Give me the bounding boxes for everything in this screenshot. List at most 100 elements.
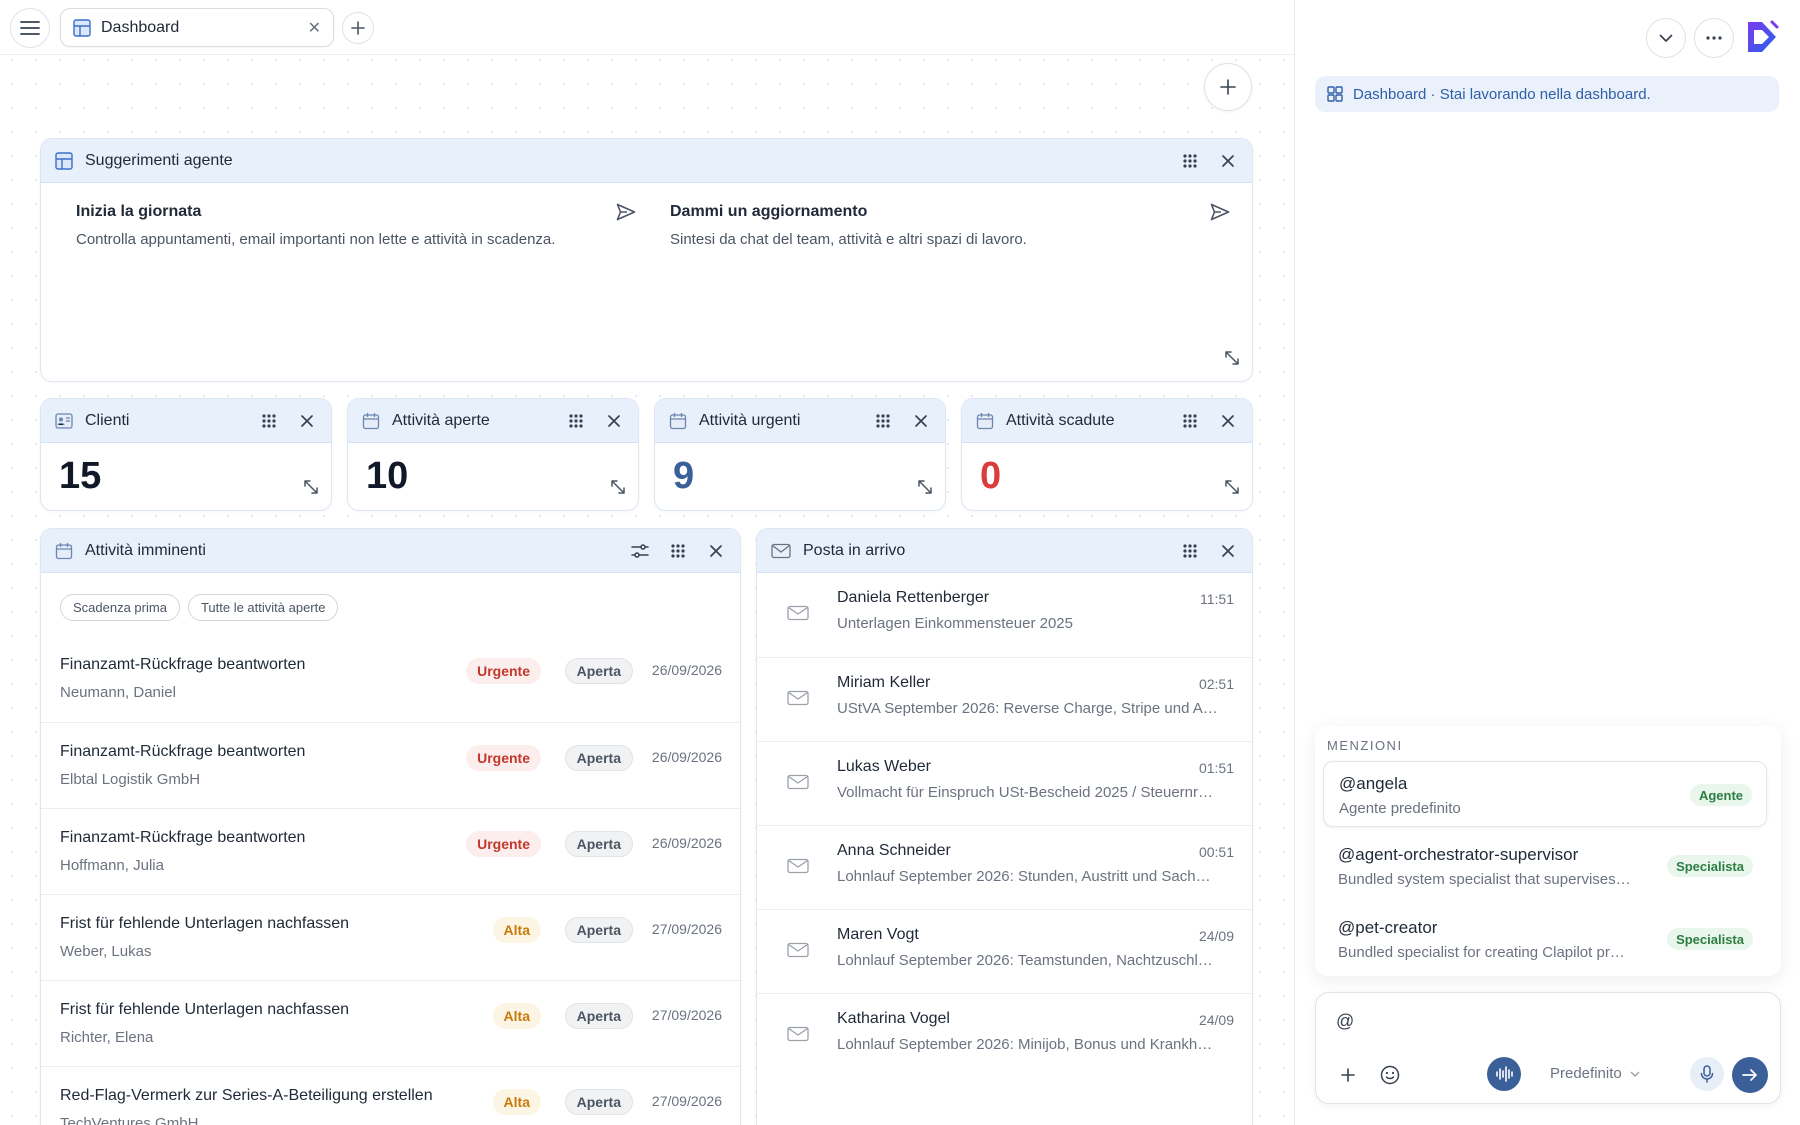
close-widget-icon[interactable] — [297, 411, 317, 431]
close-widget-icon[interactable] — [1218, 151, 1238, 171]
resize-icon[interactable] — [1224, 479, 1240, 500]
resize-icon[interactable] — [303, 479, 319, 500]
metric-value: 9 — [673, 455, 695, 497]
priority-badge: Alta — [492, 1089, 541, 1115]
mail-row[interactable]: Daniela Rettenberger Unterlagen Einkomme… — [757, 573, 1252, 657]
attach-icon[interactable] — [1340, 1067, 1356, 1088]
drag-handle-icon[interactable] — [259, 411, 279, 431]
widget-title: Attività urgenti — [699, 411, 801, 429]
task-row[interactable]: Frist für fehlende Unterlagen nachfassen… — [41, 980, 740, 1066]
mail-row[interactable]: Lukas Weber Vollmacht für Einspruch USt-… — [757, 741, 1252, 825]
add-widget-button[interactable] — [1204, 63, 1252, 111]
calendar-icon — [55, 542, 73, 559]
widget-header: Attività urgenti — [655, 399, 945, 443]
widget-header: Posta in arrivo — [757, 529, 1252, 573]
suggestion-desc: Sintesi da chat del team, attività e alt… — [670, 231, 1027, 248]
task-title: Finanzamt-Rückfrage beantworten — [60, 656, 306, 673]
mention-item[interactable]: @pet-creator Bundled specialist for crea… — [1323, 906, 1767, 972]
close-tab-icon[interactable]: ✕ — [308, 18, 321, 38]
task-title: Frist für fehlende Unterlagen nachfassen — [60, 1001, 350, 1018]
send-icon[interactable] — [616, 203, 636, 226]
calendar-icon — [976, 412, 994, 429]
task-date: 26/09/2026 — [651, 835, 722, 851]
metric-value: 10 — [366, 455, 409, 497]
context-banner: Dashboard · Stai lavorando nella dashboa… — [1315, 76, 1779, 112]
suggestion-card[interactable]: Inizia la giornata Controlla appuntament… — [76, 203, 636, 252]
microphone-button[interactable] — [1690, 1057, 1724, 1091]
drag-handle-icon[interactable] — [668, 541, 688, 561]
mention-tag: Specialista — [1667, 928, 1753, 950]
message-input[interactable]: @ — [1336, 1011, 1354, 1032]
task-client: Weber, Lukas — [60, 943, 152, 960]
send-button[interactable] — [1732, 1057, 1768, 1093]
drag-handle-icon[interactable] — [1180, 151, 1200, 171]
mail-row[interactable]: Anna Schneider Lohnlauf September 2026: … — [757, 825, 1252, 909]
task-title: Finanzamt-Rückfrage beantworten — [60, 743, 306, 760]
task-date: 26/09/2026 — [651, 662, 722, 678]
drag-handle-icon[interactable] — [1180, 411, 1200, 431]
mail-sender: Katharina Vogel — [837, 1010, 950, 1027]
resize-icon[interactable] — [917, 479, 933, 500]
mail-icon — [787, 858, 809, 879]
send-icon[interactable] — [1210, 203, 1230, 226]
task-row[interactable]: Finanzamt-Rückfrage beantworten Elbtal L… — [41, 722, 740, 808]
mention-desc: Agente predefinito — [1339, 800, 1461, 817]
tab-dashboard[interactable]: Dashboard ✕ — [60, 8, 334, 47]
context-text: · Stai lavorando nella dashboard. — [1426, 85, 1651, 103]
layout-icon — [55, 151, 73, 170]
close-widget-icon[interactable] — [1218, 541, 1238, 561]
filter-chip-deadline[interactable]: Scadenza prima — [60, 594, 180, 621]
status-badge: Aperta — [564, 658, 633, 684]
mail-subject: Vollmacht für Einspruch USt-Bescheid 202… — [837, 784, 1214, 801]
task-row[interactable]: Frist für fehlende Unterlagen nachfassen… — [41, 894, 740, 980]
emoji-icon[interactable] — [1380, 1065, 1400, 1090]
menu-button[interactable] — [10, 8, 50, 48]
mail-row[interactable]: Miriam Keller UStVA September 2026: Reve… — [757, 657, 1252, 741]
resize-icon[interactable] — [1224, 350, 1240, 371]
task-row[interactable]: Finanzamt-Rückfrage beantworten Hoffmann… — [41, 808, 740, 894]
filter-settings-icon[interactable] — [630, 541, 650, 561]
close-widget-icon[interactable] — [1218, 411, 1238, 431]
suggestion-card[interactable]: Dammi un aggiornamento Sintesi da chat d… — [670, 203, 1230, 252]
model-selector[interactable]: Predefinito — [1550, 1065, 1640, 1082]
top-bar: Dashboard ✕ — [0, 0, 1294, 55]
mention-handle: @angela — [1339, 774, 1408, 793]
dashboard-main: Dashboard ✕ Suggerimenti agente Inizia l… — [0, 0, 1294, 1125]
priority-badge: Urgente — [466, 745, 541, 771]
mention-item[interactable]: @angela Agente predefinito Agente — [1323, 761, 1767, 827]
task-row[interactable]: Red-Flag-Vermerk zur Series-A-Beteiligun… — [41, 1066, 740, 1125]
collapse-button[interactable] — [1646, 18, 1686, 58]
task-row[interactable]: Finanzamt-Rückfrage beantworten Neumann,… — [41, 636, 740, 722]
metric-card-clienti: Clienti 15 — [40, 398, 332, 511]
widget-title: Attività imminenti — [85, 541, 206, 559]
mention-item[interactable]: @agent-orchestrator-supervisor Bundled s… — [1323, 833, 1767, 899]
status-badge: Aperta — [564, 831, 633, 857]
voice-wave-button[interactable] — [1487, 1057, 1521, 1091]
widget-title: Suggerimenti agente — [85, 151, 233, 169]
more-options-button[interactable] — [1694, 18, 1734, 58]
close-widget-icon[interactable] — [706, 541, 726, 561]
close-widget-icon[interactable] — [911, 411, 931, 431]
drag-handle-icon[interactable] — [873, 411, 893, 431]
close-widget-icon[interactable] — [604, 411, 624, 431]
mail-time: 24/09 — [1198, 1012, 1234, 1028]
widget-title: Attività scadute — [1006, 411, 1115, 429]
drag-handle-icon[interactable] — [566, 411, 586, 431]
widget-header: Clienti — [41, 399, 331, 443]
mail-row[interactable]: Maren Vogt Lohnlauf September 2026: Team… — [757, 909, 1252, 993]
task-client: Neumann, Daniel — [60, 684, 176, 701]
mail-time: 24/09 — [1198, 928, 1234, 944]
new-tab-button[interactable] — [342, 12, 374, 44]
mail-icon — [787, 605, 809, 626]
layout-icon — [73, 18, 91, 37]
mail-row[interactable]: Katharina Vogel Lohnlauf September 2026:… — [757, 993, 1252, 1077]
drag-handle-icon[interactable] — [1180, 541, 1200, 561]
mail-subject: Unterlagen Einkommensteuer 2025 — [837, 615, 1073, 632]
filter-chip-all-open[interactable]: Tutte le attività aperte — [187, 594, 339, 621]
hamburger-icon — [20, 21, 40, 35]
resize-icon[interactable] — [610, 479, 626, 500]
calendar-icon — [362, 412, 380, 429]
suggestions-widget: Suggerimenti agente Inizia la giornata C… — [40, 138, 1253, 382]
mail-sender: Daniela Rettenberger — [837, 589, 990, 606]
task-date: 27/09/2026 — [651, 921, 722, 937]
